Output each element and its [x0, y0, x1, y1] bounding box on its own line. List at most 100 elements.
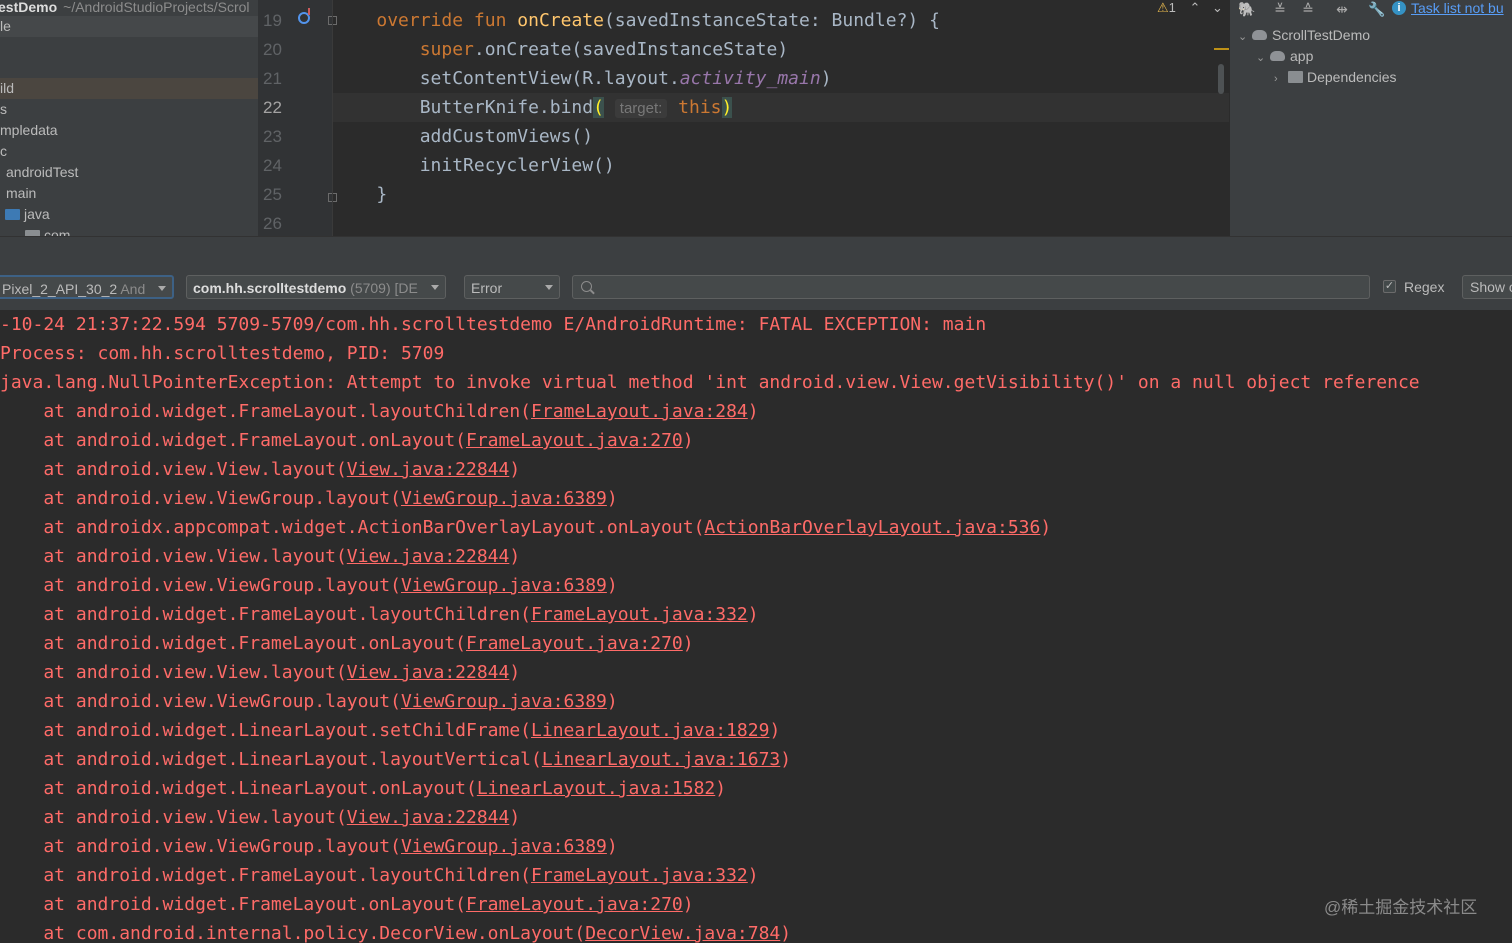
source-link[interactable]: View.java:22844: [347, 807, 510, 828]
wrench-icon[interactable]: 🔧: [1368, 2, 1385, 16]
chevron-down-icon[interactable]: ⌄: [1238, 27, 1252, 48]
stack-frame-close: ): [509, 807, 521, 828]
process-selector[interactable]: com.hh.scrolltestdemo (5709) [DE: [186, 275, 446, 299]
source-link[interactable]: LinearLayout.java:1829: [531, 720, 769, 741]
tree-item-build[interactable]: ild: [0, 78, 258, 99]
line-number: 21: [263, 69, 282, 88]
source-link[interactable]: View.java:22844: [347, 459, 510, 480]
stack-frame-line: at android.view.ViewGroup.layout(ViewGro…: [0, 484, 618, 513]
device-selector[interactable]: Pixel_2_API_30_2 And: [0, 275, 174, 299]
log-level-selector[interactable]: Error: [464, 275, 560, 299]
gradle-project-icon: [1252, 30, 1267, 41]
source-link[interactable]: FrameLayout.java:332: [531, 604, 748, 625]
source-link[interactable]: FrameLayout.java:270: [466, 894, 683, 915]
regex-checkbox[interactable]: ✓: [1383, 280, 1396, 293]
stack-frame-close: ): [780, 923, 792, 943]
gradle-tree-app[interactable]: ⌄ app: [1256, 46, 1313, 67]
stack-frame-close: ): [509, 662, 521, 683]
source-link[interactable]: ViewGroup.java:6389: [401, 836, 607, 857]
editor-gutter: 19 20 21 22 23 24 25 26: [258, 0, 337, 236]
chevron-down-icon[interactable]: ⌄: [1212, 0, 1223, 15]
task-list-link[interactable]: Task list not bu: [1411, 0, 1504, 17]
line-number: 26: [263, 214, 282, 233]
tree-item[interactable]: le: [0, 16, 258, 37]
chevron-right-icon[interactable]: ›: [1274, 69, 1288, 90]
code-editor[interactable]: 19 20 21 22 23 24 25 26 override fun onC…: [258, 0, 1229, 236]
stack-frame-method: at android.widget.LinearLayout.setChildF…: [0, 720, 532, 741]
stack-frame-line: at android.view.ViewGroup.layout(ViewGro…: [0, 832, 617, 861]
code-line[interactable]: setContentView(R.layout.activity_main): [333, 64, 1229, 93]
stack-frame-close: ): [715, 778, 727, 799]
tool-window-splitter[interactable]: [0, 236, 1512, 266]
tree-item-com[interactable]: ⌄ com: [0, 225, 258, 236]
code-line[interactable]: [333, 209, 1229, 236]
tree-item-main[interactable]: main: [0, 183, 258, 204]
chevron-up-icon[interactable]: ⌃: [1190, 0, 1201, 15]
logcat-search[interactable]: [572, 275, 1370, 299]
parameter-hint: target:: [614, 99, 668, 118]
tree-item-java[interactable]: java: [0, 204, 258, 225]
source-link[interactable]: View.java:22844: [347, 662, 510, 683]
code-line[interactable]: initRecyclerView(): [333, 151, 1229, 180]
code-line[interactable]: override fun onCreate(savedInstanceState…: [333, 6, 1229, 35]
source-link[interactable]: FrameLayout.java:270: [466, 633, 683, 654]
tree-item-label: ild: [0, 80, 15, 96]
source-link[interactable]: FrameLayout.java:332: [531, 865, 748, 886]
tree-item-sampledata[interactable]: mpledata: [0, 120, 258, 141]
stack-frame-close: ): [509, 546, 521, 567]
project-name[interactable]: estDemo: [0, 0, 57, 15]
process-name: com.hh.scrolltestdemo: [193, 280, 347, 296]
stack-frame-close: ): [747, 604, 759, 625]
code-line[interactable]: super.onCreate(savedInstanceState): [333, 35, 1229, 64]
tree-item-label: java: [24, 206, 50, 222]
watermark: @稀土掘金技术社区: [1324, 898, 1478, 917]
gradle-tree-label: ScrollTestDemo: [1272, 27, 1371, 43]
line-number-current: 22: [263, 98, 282, 117]
chevron-down-icon[interactable]: ⌄: [5, 227, 19, 236]
stack-frame-method: at android.view.ViewGroup.layout(: [0, 691, 401, 712]
logcat-output[interactable]: -10-24 21:37:22.594 5709-5709/com.hh.scr…: [0, 310, 1512, 943]
info-icon: i: [1392, 1, 1406, 15]
source-link[interactable]: ViewGroup.java:6389: [401, 488, 607, 509]
regex-label: Regex: [1404, 279, 1445, 295]
stack-frame-close: ): [606, 488, 618, 509]
source-link[interactable]: LinearLayout.java:1582: [477, 778, 715, 799]
source-link[interactable]: FrameLayout.java:284: [531, 401, 748, 422]
tree-item[interactable]: s: [0, 99, 258, 120]
tree-item-src[interactable]: c: [0, 141, 258, 162]
stack-frame-method: at com.android.internal.policy.DecorView…: [0, 923, 586, 943]
tree-item-androidtest[interactable]: androidTest: [0, 162, 258, 183]
tree-item[interactable]: [0, 37, 258, 58]
warning-stripe-mark[interactable]: [1214, 48, 1229, 50]
source-link[interactable]: LinearLayout.java:1673: [542, 749, 780, 770]
stack-frame-method: at android.view.ViewGroup.layout(: [0, 575, 401, 596]
stack-frame-close: ): [606, 575, 618, 596]
link-icon[interactable]: ⇹: [1334, 2, 1350, 16]
gradle-tree-dependencies[interactable]: › Dependencies: [1274, 67, 1397, 88]
inspection-widget[interactable]: ⚠1 ⌃ ⌄: [1157, 0, 1227, 18]
expand-all-icon[interactable]: ≚: [1272, 2, 1288, 16]
code-line[interactable]: addCustomViews(): [333, 122, 1229, 151]
source-link[interactable]: ViewGroup.java:6389: [401, 575, 607, 596]
override-gutter-icon[interactable]: [298, 8, 310, 24]
editor-scrollbar[interactable]: [1218, 64, 1224, 94]
source-link[interactable]: ActionBarOverlayLayout.java:536: [704, 517, 1040, 538]
source-link[interactable]: DecorView.java:784: [585, 923, 780, 943]
tree-item-label: com: [44, 227, 71, 236]
gradle-tree-root[interactable]: ⌄ ScrollTestDemo: [1238, 25, 1370, 46]
stack-frame-method: at android.view.ViewGroup.layout(: [0, 488, 401, 509]
gradle-tree-label: app: [1290, 48, 1314, 64]
project-tool-window: estDemo ~/AndroidStudioProjects/Scrol le …: [0, 0, 258, 236]
code-line-current[interactable]: ButterKnife.bind( target: this): [333, 93, 1229, 122]
source-link[interactable]: View.java:22844: [347, 546, 510, 567]
stack-frame-line: at android.view.View.layout(View.java:22…: [0, 658, 520, 687]
show-only-selected-button[interactable]: Show o: [1462, 275, 1512, 299]
source-link[interactable]: ViewGroup.java:6389: [401, 691, 607, 712]
gradle-toolbar: 🐘 ≚ ≙ ⇹ 🔧 i Task list not bu: [1230, 0, 1512, 20]
chevron-down-icon[interactable]: ⌄: [1256, 48, 1270, 69]
source-link[interactable]: FrameLayout.java:270: [466, 430, 683, 451]
collapse-all-icon[interactable]: ≙: [1300, 2, 1316, 16]
gradle-elephant-icon[interactable]: 🐘: [1238, 2, 1255, 16]
search-input[interactable]: [597, 277, 1361, 299]
code-line[interactable]: }: [333, 180, 1229, 209]
